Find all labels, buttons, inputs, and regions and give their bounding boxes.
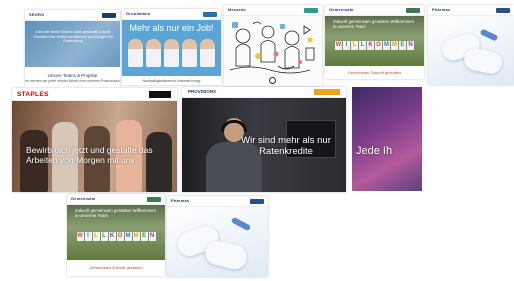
header-bar: Grundmann bbox=[122, 9, 221, 20]
headset-icon bbox=[221, 120, 247, 132]
letter-card: L bbox=[351, 41, 358, 50]
letter-card: M bbox=[124, 232, 132, 241]
menu-button[interactable] bbox=[304, 8, 318, 13]
brand-logo: Pharmas bbox=[432, 7, 451, 12]
glove-shape bbox=[462, 46, 504, 76]
menu-button[interactable] bbox=[250, 199, 264, 204]
letter-card: M bbox=[132, 232, 140, 241]
cta-button[interactable] bbox=[314, 89, 340, 95]
website-thumbnail-lab-gloves[interactable]: Pharmas bbox=[428, 5, 514, 85]
hero-claim: Wir sind mehr als nur Ratenkredite bbox=[241, 135, 331, 157]
footer-text: Nachhaltigkeitsbericht Unterzeichnung bbox=[142, 79, 201, 83]
letter-card: L bbox=[359, 41, 366, 50]
website-thumbnail-team-projects[interactable]: SEGRO Lohn der Beste Team in Alles gesch… bbox=[25, 10, 120, 88]
hero-claim: Bewirb dich jetzt und gestalte das Arbei… bbox=[26, 145, 153, 165]
circle-icon bbox=[269, 77, 276, 84]
hero-banner bbox=[25, 21, 120, 67]
brand-logo: SEGRO bbox=[29, 12, 45, 17]
hero-text: Zukunft gemeinsam gestalten Willkommen i… bbox=[333, 19, 414, 29]
website-thumbnail-more-than-a-job[interactable]: Grundmann Mehr als nur ein Job! Nachhalt… bbox=[122, 9, 221, 85]
website-thumbnail-lab-gloves-2[interactable]: Pharmas bbox=[167, 196, 268, 277]
brand-logo: Gemeinsam bbox=[71, 196, 96, 201]
brand-logo: Gemeinsam bbox=[329, 7, 354, 12]
doodle-illustration bbox=[229, 21, 315, 74]
website-thumbnail-willkommen-2[interactable]: Gemeinsam Zukunft gemeinsam gestalten Wi… bbox=[67, 194, 165, 276]
header-bar: Gemeinsam bbox=[67, 194, 165, 205]
person bbox=[163, 39, 179, 67]
section-subline: es werden wir jeder wieder Arbeit vom un… bbox=[25, 79, 120, 83]
hero-image bbox=[428, 16, 514, 85]
person bbox=[127, 39, 143, 67]
menu-button[interactable] bbox=[147, 197, 161, 202]
menu-button[interactable] bbox=[203, 12, 217, 17]
vial-shape bbox=[479, 28, 499, 42]
header-bar: Mecardo bbox=[224, 5, 322, 16]
menu-button[interactable] bbox=[406, 8, 420, 13]
letter-card: K bbox=[108, 232, 116, 241]
footer-text: Gemeinsam Zukunft gestalten bbox=[89, 265, 143, 270]
header-bar: Pharmas bbox=[167, 196, 268, 207]
letter-card: I bbox=[343, 41, 350, 50]
menu-button[interactable] bbox=[496, 8, 510, 13]
letter-card: O bbox=[375, 41, 382, 50]
brand-logo: PROVISIONS bbox=[188, 89, 217, 94]
menu-button[interactable] bbox=[102, 13, 116, 18]
website-thumbnail-staples[interactable]: STAPLES Bewirb dich jetzt und gestalte d… bbox=[12, 88, 177, 192]
letter-card: M bbox=[383, 41, 390, 50]
letter-card: M bbox=[391, 41, 398, 50]
letter-card: O bbox=[116, 232, 124, 241]
letter-card: K bbox=[367, 41, 374, 50]
letter-card: L bbox=[100, 232, 108, 241]
brand-logo: Grundmann bbox=[126, 11, 151, 16]
brand-logo: Mecardo bbox=[228, 7, 246, 12]
hero-photo bbox=[352, 87, 422, 191]
letter-card: L bbox=[92, 232, 100, 241]
section-title: Unsere Teams & Projekte bbox=[47, 73, 98, 78]
letter-card: N bbox=[407, 41, 414, 50]
website-thumbnail-ratenkredite[interactable]: PROVISIONS Wir sind mehr als nur Ratenkr… bbox=[182, 87, 346, 192]
hero-text: Lohn der Beste Team in Alles geschafft Z… bbox=[33, 30, 113, 44]
letter-card: E bbox=[399, 41, 406, 50]
person bbox=[145, 39, 161, 67]
website-thumbnail-willkommen[interactable]: Gemeinsam Zukunft gemeinsam gestalten Wi… bbox=[325, 5, 424, 79]
hero-text: Zukunft gemeinsam gestalten Willkommen i… bbox=[75, 208, 156, 218]
footer-text: Gemeinsam Zukunft gestalten bbox=[347, 70, 402, 75]
brand-logo: Pharmas bbox=[171, 198, 190, 203]
hero-image bbox=[167, 207, 268, 277]
staples-logo: STAPLES bbox=[17, 91, 49, 98]
team-photo bbox=[126, 37, 217, 67]
letter-card: E bbox=[140, 232, 148, 241]
willkommen-letters: W I L L K O M M E N bbox=[73, 232, 159, 241]
header-bar: Pharmas bbox=[428, 5, 514, 16]
website-thumbnail-illustration[interactable]: Mecardo bbox=[224, 5, 322, 86]
letter-card: I bbox=[84, 232, 92, 241]
glove-shape bbox=[202, 238, 250, 272]
header-bar: SEGRO bbox=[25, 10, 120, 21]
hero-claim: Jede Ih bbox=[356, 145, 393, 157]
hero-headline: Mehr als nur ein Job! bbox=[129, 23, 214, 33]
letter-card: W bbox=[76, 232, 84, 241]
header-bar: STAPLES bbox=[12, 88, 177, 101]
person bbox=[182, 39, 198, 67]
vial-shape bbox=[230, 216, 252, 232]
letter-card: W bbox=[335, 41, 342, 50]
header-bar: Gemeinsam bbox=[325, 5, 424, 16]
person bbox=[200, 39, 216, 67]
letter-card: N bbox=[148, 232, 156, 241]
website-thumbnail-purple[interactable]: Jede Ih bbox=[352, 87, 422, 191]
cta-button[interactable] bbox=[149, 91, 171, 98]
header-bar: PROVISIONS bbox=[182, 87, 346, 98]
willkommen-letters: W I L L K O M M E N bbox=[331, 41, 418, 50]
